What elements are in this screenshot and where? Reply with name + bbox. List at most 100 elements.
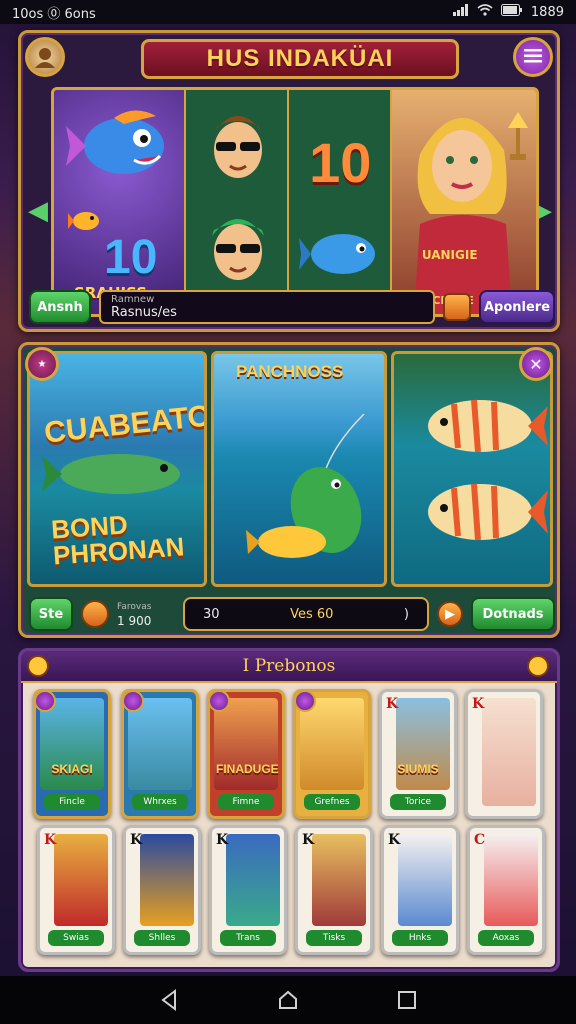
wifi-icon [477,4,493,20]
card-face [300,698,364,790]
recents-icon[interactable] [393,986,421,1014]
card-face [40,698,104,790]
card-rank: C [474,832,486,848]
playing-card-8[interactable]: C Aoxas [467,825,545,955]
game-title: HUS INDAKÜAI [206,45,394,72]
scene-2[interactable]: PANCHNOSS [211,351,387,587]
playing-card-6[interactable]: K Tisks [295,825,373,955]
card-badge-icon [124,692,144,712]
character-card-1[interactable]: SKIAGI Fincle [33,689,111,819]
character-card-3[interactable]: FINADUGE Fimne [207,689,285,819]
card-badge-icon [36,692,56,712]
character-card-4[interactable]: Grefnes [293,689,371,819]
game-title-banner: HUS INDAKÜAI [141,39,459,79]
home-icon[interactable] [274,986,302,1014]
slot-machine-panel: HUS INDAKÜAI ◀ ▶ 10 SRAHISS [18,30,560,332]
mid-stack-field[interactable]: Farovas 1 900 [117,600,175,628]
menu-icon [524,47,542,68]
card-label: Aoxas [478,930,534,946]
scene-1-subtitle-line-2: PHRONAN [52,531,186,571]
fish-symbol-icon [66,110,164,174]
mid-right-button[interactable]: Dotnads [471,597,555,631]
top-left-button[interactable]: Ansnh [29,290,91,324]
card-rank: K [216,832,229,848]
reel-3-number: 10 [309,131,372,194]
man-sunglasses-icon [214,116,263,178]
shirt-text: UANIGIE [421,248,478,262]
back-icon[interactable] [155,986,183,1014]
card-face [312,834,366,926]
card-face [482,698,536,806]
card-label: Whrxes [132,794,188,810]
playing-card-1[interactable]: K SIUMIS Torice [379,689,457,819]
reel-3: 10 [289,90,392,314]
card-label: Fincle [44,794,100,810]
character-card-2[interactable]: Whrxes [121,689,199,819]
card-face [226,834,280,926]
system-nav-bar [0,976,576,1024]
card-label: Shlles [134,930,190,946]
blue-fish-icon [299,234,376,274]
card-label: Grefnes [304,794,360,810]
top-input-value: Rasnus/es [111,305,177,320]
reel-left-arrow-icon[interactable]: ◀ [27,191,49,231]
reel-2 [186,90,290,314]
top-input-field[interactable]: Ramnew Rasnus/es [99,290,435,324]
card-rank: K [472,696,485,712]
scene-badge-left-icon[interactable]: ★ [25,347,59,381]
playing-card-5[interactable]: K Trans [209,825,287,955]
card-rank: K [388,832,401,848]
card-badge-icon [210,692,230,712]
avatar[interactable] [25,37,65,77]
status-bar: 10os ⓪ 6ons 1889 [0,0,576,24]
scene-2-title: PANCHNOSS [236,362,344,381]
card-rank: K [130,832,143,848]
card-label: Swias [48,930,104,946]
card-badge-icon [296,692,316,712]
card-label: Torice [390,794,446,810]
reel-1: 10 SRAHISS [54,90,187,314]
bet-field-center: Ves 60 [290,606,334,622]
bonus-header-icon [527,655,549,677]
card-face [128,698,192,790]
signal-icon [452,4,469,20]
scene-1-title: CUABEATO [42,399,207,450]
scene-1[interactable]: CUABEATO BOND PHRONAN [27,351,207,587]
mid-left-button[interactable]: Ste [29,597,73,631]
card-rank: K [44,832,57,848]
top-input-placeholder: Ramnew [111,294,155,305]
close-icon[interactable]: ✕ [519,347,553,381]
reel-4: UANIGIE EVRCNEHE [391,90,536,314]
playing-card-4[interactable]: K Shlles [123,825,201,955]
bet-field-left: 30 [203,606,220,622]
small-fish-icon [68,212,99,230]
mid-controls: Ste Farovas 1 900 30 Ves 60 ) ▶ Dotnads [29,595,555,633]
card-label: Fimne [218,794,274,810]
fishing-scenes-panel: CUABEATO BOND PHRONAN PANCHNOSS ★ ✕ Ste [18,342,560,638]
status-time: 1889 [530,4,564,20]
green-fish-icon [42,454,180,494]
coin-button-icon[interactable] [443,293,471,321]
card-title: FINADUGE [216,762,279,776]
battery-icon [500,4,523,20]
bet-field[interactable]: 30 Ves 60 ) [183,597,429,631]
card-face [396,698,450,790]
playing-card-7[interactable]: K Hnks [381,825,459,955]
menu-button[interactable] [513,37,553,77]
play-arrow-icon[interactable]: ▶ [437,601,463,627]
top-controls: Ansnh Ramnew Rasnus/es Aponlere [29,289,555,325]
playing-card-2[interactable]: K [465,689,543,819]
man-green-hair-icon [212,219,265,280]
card-label: Hnks [392,930,448,946]
card-face [54,834,108,926]
jumping-fish-icon [246,414,365,558]
card-face [398,834,452,926]
scene-3[interactable] [391,351,553,587]
card-grid: SKIAGI Fincle Whrxes FINADUGE Fimne Gref… [31,689,551,967]
coin-icon[interactable] [81,600,109,628]
coin-header-icon [27,655,49,677]
mid-stack-placeholder: Farovas [117,602,152,612]
game-screen: 10os ⓪ 6ons 1889 HUS INDAKÜAI ◀ ▶ 10 10 … [0,0,576,1024]
playing-card-3[interactable]: K Swias [37,825,115,955]
top-right-button[interactable]: Aponlere [479,290,555,324]
